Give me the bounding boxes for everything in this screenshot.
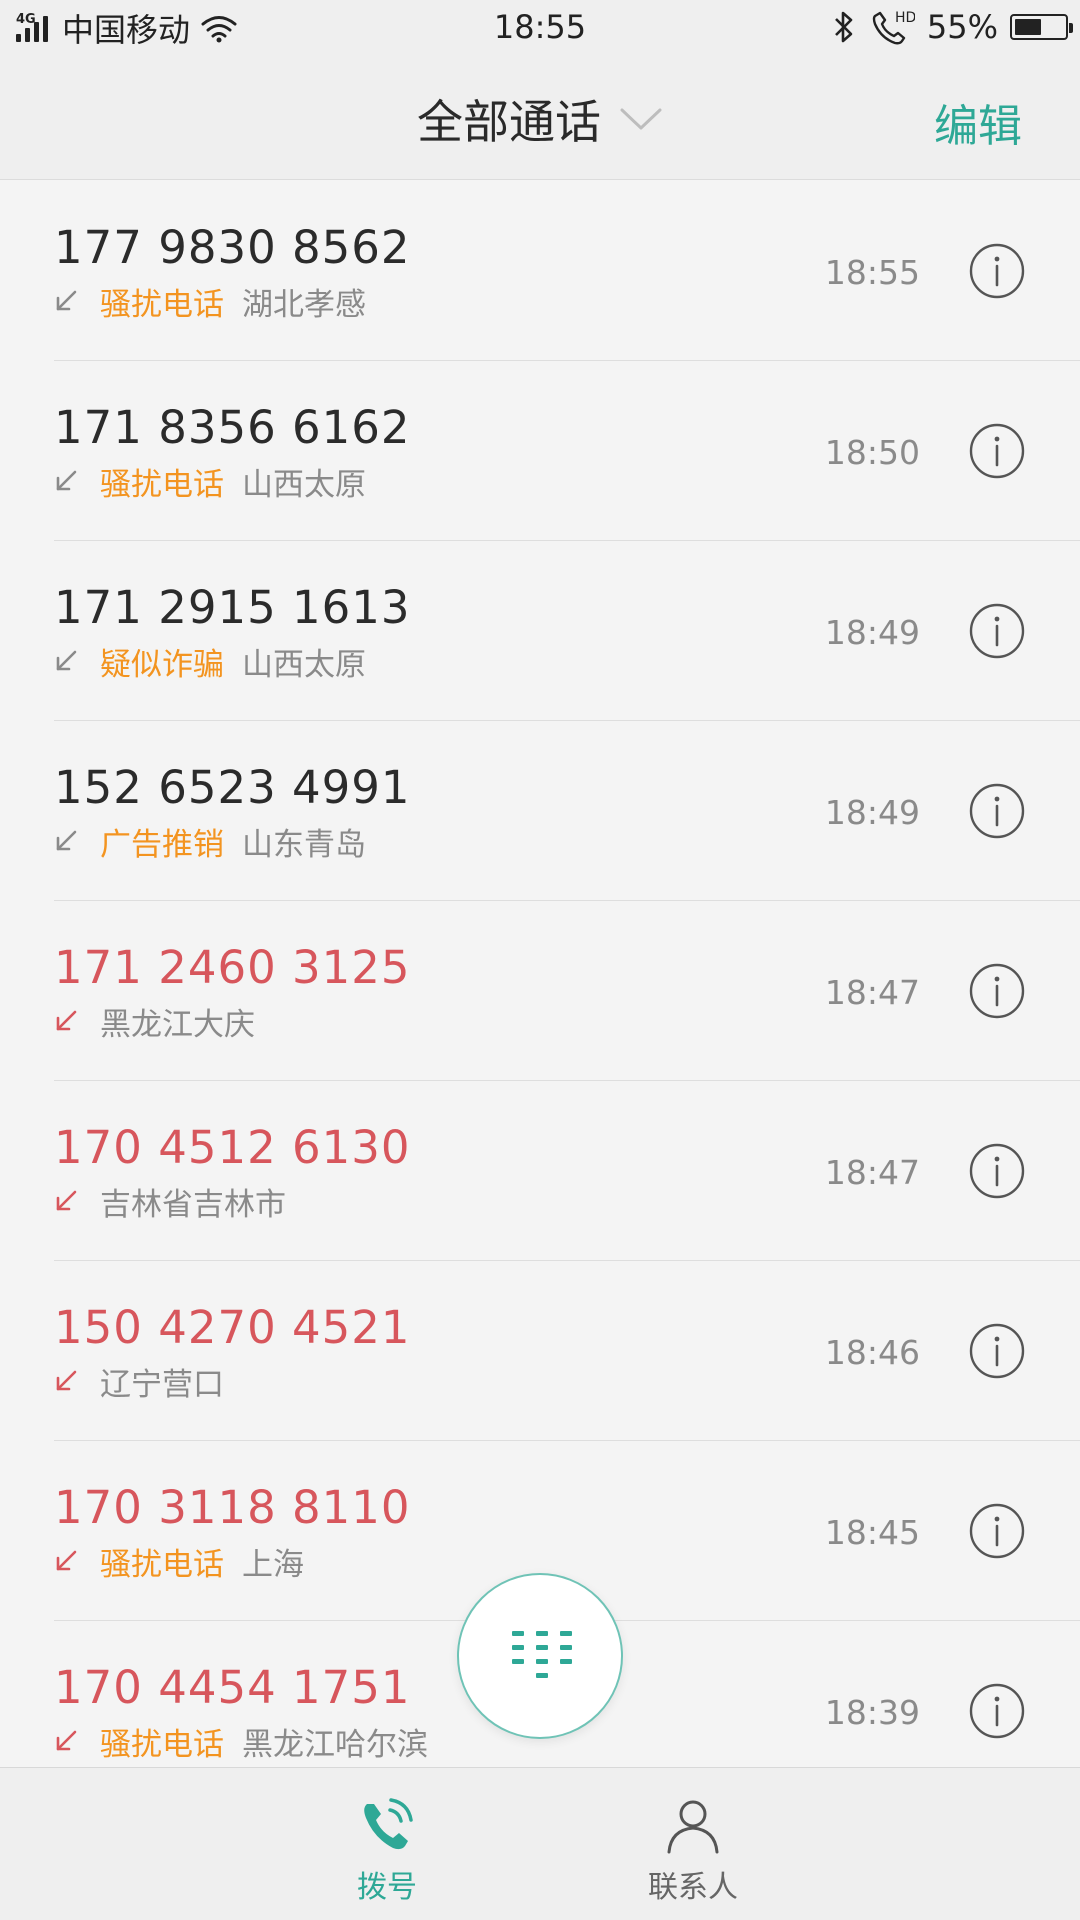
call-details: 广告推销 山东青岛 [54, 821, 366, 863]
call-location: 辽宁营口 [100, 1366, 224, 1403]
info-icon[interactable] [968, 782, 1026, 840]
call-tag: 骚扰电话 [100, 286, 224, 323]
call-time: 18:47 [824, 973, 920, 1012]
call-details: 骚扰电话 山西太原 [54, 461, 366, 503]
info-icon[interactable] [968, 1322, 1026, 1380]
incoming-arrow-icon [56, 1010, 77, 1031]
incoming-arrow-icon [56, 470, 77, 491]
call-tag: 骚扰电话 [100, 466, 224, 503]
tab-dial[interactable]: 拨号 [287, 1768, 487, 1920]
call-location: 黑龙江大庆 [100, 1006, 255, 1043]
call-time: 18:50 [824, 433, 920, 472]
call-row[interactable]: 152 6523 4991 广告推销 山东青岛 18:49 [0, 721, 1080, 901]
call-time: 18:39 [824, 1693, 920, 1732]
call-tag: 骚扰电话 [100, 1726, 224, 1763]
call-location: 上海 [242, 1546, 304, 1583]
call-number: 152 6523 4991 [54, 761, 411, 814]
info-icon[interactable] [968, 1682, 1026, 1740]
hd-label: HD [895, 10, 915, 26]
call-row[interactable]: 177 9830 8562 骚扰电话 湖北孝感 18:55 [0, 181, 1080, 361]
phone-icon [364, 1798, 413, 1850]
call-details: 骚扰电话 黑龙江哈尔滨 [54, 1721, 428, 1763]
chevron-down-icon [620, 108, 662, 130]
battery-icon [1010, 14, 1073, 40]
call-details: 辽宁营口 [54, 1361, 224, 1403]
bluetooth-icon [834, 11, 853, 43]
call-location: 山西太原 [242, 646, 366, 683]
dialpad-button[interactable] [457, 1573, 623, 1739]
incoming-arrow-icon [56, 1730, 77, 1751]
edit-button[interactable]: 编辑 [934, 90, 1022, 154]
call-location: 山东青岛 [242, 826, 366, 863]
incoming-arrow-icon [56, 830, 77, 851]
tab-contacts[interactable]: 联系人 [593, 1768, 793, 1920]
status-bar: 4G 中国移动 18:55 HD 55% [0, 0, 1080, 56]
call-number: 177 9830 8562 [54, 221, 411, 274]
incoming-arrow-icon [56, 650, 77, 671]
call-tag: 广告推销 [100, 826, 224, 863]
call-time: 18:45 [824, 1513, 920, 1552]
call-details: 骚扰电话 上海 [54, 1541, 304, 1583]
call-time: 18:49 [824, 793, 920, 832]
tab-contacts-label: 联系人 [648, 1870, 738, 1905]
call-number: 170 4454 1751 [54, 1661, 411, 1714]
call-tag: 骚扰电话 [100, 1546, 224, 1583]
person-icon [667, 1800, 719, 1854]
call-location: 湖北孝感 [242, 286, 366, 323]
call-row[interactable]: 170 4512 6130 吉林省吉林市 18:47 [0, 1081, 1080, 1261]
info-icon[interactable] [968, 422, 1026, 480]
info-icon[interactable] [968, 602, 1026, 660]
call-details: 骚扰电话 湖北孝感 [54, 281, 366, 323]
call-tag: 疑似诈骗 [100, 646, 224, 683]
incoming-arrow-icon [56, 1370, 77, 1391]
hd-call-icon: HD [872, 10, 915, 45]
status-right: HD 55% [831, 6, 1073, 48]
call-time: 18:47 [824, 1153, 920, 1192]
call-row[interactable]: 150 4270 4521 辽宁营口 18:46 [0, 1261, 1080, 1441]
call-list[interactable]: 177 9830 8562 骚扰电话 湖北孝感 18:55 171 8356 6162 骚… [0, 181, 1080, 1767]
call-details: 疑似诈骗 山西太原 [54, 641, 366, 683]
call-time: 18:49 [824, 613, 920, 652]
call-number: 171 2460 3125 [54, 941, 411, 994]
call-time: 18:55 [824, 253, 920, 292]
call-location: 吉林省吉林市 [100, 1186, 286, 1223]
call-details: 黑龙江大庆 [54, 1001, 255, 1043]
call-number: 171 2915 1613 [54, 581, 411, 634]
info-icon[interactable] [968, 1142, 1026, 1200]
call-row[interactable]: 171 2460 3125 黑龙江大庆 18:47 [0, 901, 1080, 1081]
info-icon[interactable] [968, 962, 1026, 1020]
call-number: 170 4512 6130 [54, 1121, 411, 1174]
call-location: 黑龙江哈尔滨 [242, 1726, 428, 1763]
call-row[interactable]: 171 8356 6162 骚扰电话 山西太原 18:50 [0, 361, 1080, 541]
bottom-nav: 拨号 联系人 [0, 1767, 1080, 1920]
info-icon[interactable] [968, 1502, 1026, 1560]
incoming-arrow-icon [56, 290, 77, 311]
info-icon[interactable] [968, 242, 1026, 300]
call-location: 山西太原 [242, 466, 366, 503]
battery-percent: 55% [926, 8, 998, 46]
battery-level [1015, 19, 1041, 35]
incoming-arrow-icon [56, 1190, 77, 1211]
call-filter-dropdown[interactable]: 全部通话 [0, 86, 1080, 152]
call-row[interactable]: 171 2915 1613 疑似诈骗 山西太原 18:49 [0, 541, 1080, 721]
header: 全部通话 编辑 [0, 56, 1080, 180]
page-title: 全部通话 [417, 95, 601, 149]
call-details: 吉林省吉林市 [54, 1181, 286, 1223]
call-number: 170 3118 8110 [54, 1481, 411, 1534]
incoming-arrow-icon [56, 1550, 77, 1571]
call-time: 18:46 [824, 1333, 920, 1372]
tab-dial-label: 拨号 [357, 1870, 417, 1905]
call-number: 150 4270 4521 [54, 1301, 411, 1354]
dialpad-icon [512, 1631, 572, 1678]
call-number: 171 8356 6162 [54, 401, 411, 454]
